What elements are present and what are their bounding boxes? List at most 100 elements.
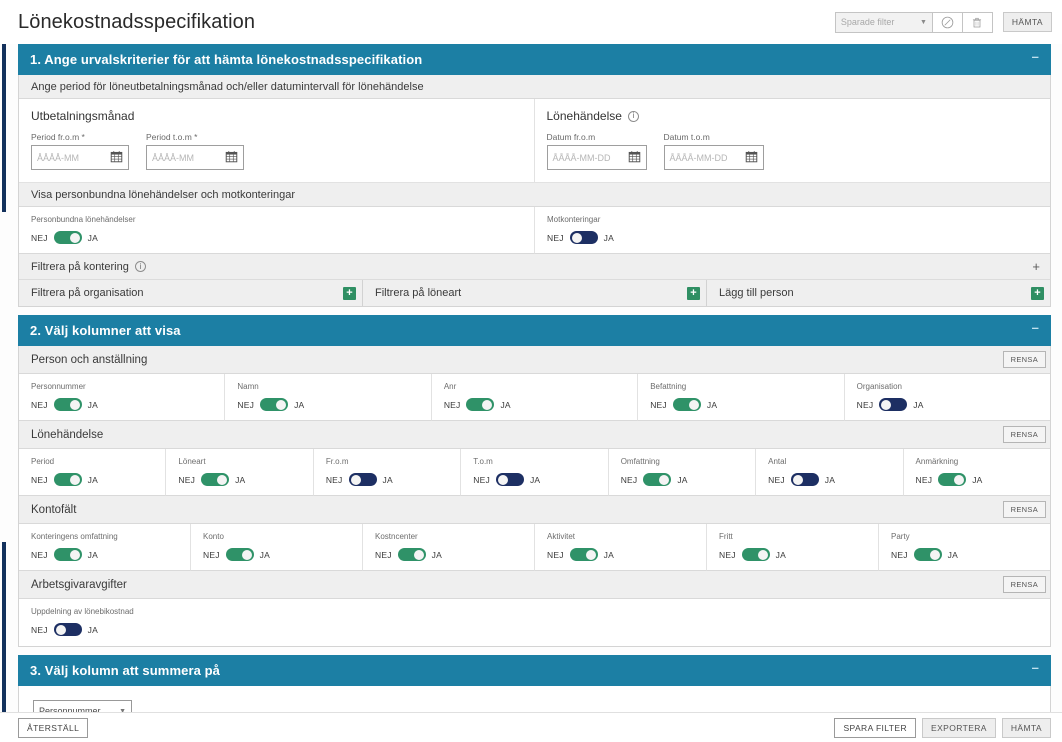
filter-cell-loneart[interactable]: Filtrera på löneart +: [363, 280, 707, 306]
payout-to-label: Period t.o.m *: [146, 132, 198, 142]
event-from-field-group: Datum fr.o.m ÅÅÅÅ-MM-DD: [546, 132, 647, 170]
column-toggle[interactable]: NEJ JA: [916, 473, 1050, 486]
toggle-personbundna-lonehandelser[interactable]: NEJ JA: [31, 231, 534, 244]
minus-icon[interactable]: –: [1032, 50, 1039, 69]
plus-icon[interactable]: +: [1032, 260, 1040, 273]
info-icon[interactable]: i: [627, 110, 639, 122]
toggle-switch[interactable]: [495, 473, 524, 486]
plus-icon[interactable]: +: [687, 286, 700, 300]
minus-icon[interactable]: –: [1032, 661, 1039, 680]
column-toggle[interactable]: NEJ JA: [719, 548, 878, 561]
column-toggle[interactable]: NEJ JA: [621, 473, 755, 486]
column-cell-konto: Konto NEJ JA: [191, 524, 363, 571]
toggle-switch[interactable]: [466, 398, 495, 411]
toggle-switch[interactable]: [790, 473, 819, 486]
toggle-on-label: JA: [947, 549, 958, 560]
calendar-icon[interactable]: [628, 150, 641, 165]
column-toggle[interactable]: NEJ JA: [31, 398, 224, 411]
toggle-on-label: JA: [87, 474, 98, 485]
toggle-switch[interactable]: [348, 473, 377, 486]
toggle-on-label: JA: [500, 399, 511, 410]
clear-button[interactable]: RENSA: [1002, 426, 1046, 443]
toggle-switch[interactable]: [569, 231, 598, 244]
toggle-switch[interactable]: [397, 548, 426, 561]
column-toggle[interactable]: NEJ JA: [547, 548, 706, 561]
clear-button[interactable]: RENSA: [1002, 501, 1046, 518]
reset-button[interactable]: ÅTERSTÄLL: [18, 717, 89, 738]
section-3-header[interactable]: 3. Välj kolumn att summera på –: [18, 655, 1051, 686]
group-header-kontofalt: Kontofält RENSA: [19, 496, 1050, 524]
delete-filter-button[interactable]: [962, 11, 993, 33]
filter-cell-organisation[interactable]: Filtrera på organisation +: [19, 280, 363, 306]
toggle-switch[interactable]: [53, 231, 82, 244]
clear-button[interactable]: RENSA: [1002, 351, 1046, 368]
edit-filter-button[interactable]: [932, 11, 963, 33]
plus-icon[interactable]: +: [343, 286, 356, 300]
column-toggle[interactable]: NEJ JA: [444, 398, 637, 411]
column-label: Personnummer: [31, 382, 86, 391]
column-label: Organisation: [856, 382, 902, 391]
column-toggle[interactable]: NEJ JA: [473, 473, 607, 486]
column-toggle[interactable]: NEJ JA: [31, 548, 190, 561]
toggle-switch[interactable]: [913, 548, 942, 561]
toggle-switch[interactable]: [741, 548, 770, 561]
toggle-off-label: NEJ: [31, 399, 48, 410]
column-toggle[interactable]: NEJ JA: [891, 548, 1050, 561]
toggle-motkonteringar[interactable]: NEJ JA: [547, 231, 1050, 244]
payout-month-block: Utbetalningsmånad Period fr.o.m * ÅÅÅÅ-M…: [19, 99, 535, 183]
toggle-knob: [69, 474, 80, 485]
payout-to-input[interactable]: ÅÅÅÅ-MM: [146, 145, 244, 170]
group-header-person-och-anstallning: Person och anställning RENSA: [19, 346, 1050, 374]
section-1-header[interactable]: 1. Ange urvalskriterier för att hämta lö…: [18, 44, 1051, 75]
calendar-icon[interactable]: [745, 150, 758, 165]
export-button[interactable]: EXPORTERA: [922, 717, 996, 738]
toggle-switch[interactable]: [938, 473, 967, 486]
toggle-switch[interactable]: [53, 548, 82, 561]
toggle-switch[interactable]: [260, 398, 289, 411]
filter-kontering-row[interactable]: Filtrera på kontering i +: [19, 254, 1050, 280]
column-toggle[interactable]: NEJ JA: [650, 398, 843, 411]
event-to-input[interactable]: ÅÅÅÅ-MM-DD: [663, 145, 764, 170]
clear-button[interactable]: RENSA: [1002, 576, 1046, 593]
column-toggle[interactable]: NEJ JA: [237, 398, 430, 411]
toggle-switch[interactable]: [201, 473, 230, 486]
toggle-off-label: NEJ: [891, 549, 908, 560]
plus-icon[interactable]: +: [1031, 286, 1044, 300]
toggle-switch[interactable]: [53, 473, 82, 486]
info-icon[interactable]: i: [134, 261, 146, 272]
fetch-button-top[interactable]: HÄMTA: [1002, 12, 1052, 32]
column-toggle[interactable]: NEJ JA: [203, 548, 362, 561]
calendar-icon[interactable]: [110, 150, 123, 165]
payout-from-input[interactable]: ÅÅÅÅ-MM: [31, 145, 129, 170]
fetch-button-bottom[interactable]: HÄMTA: [1001, 717, 1051, 738]
toggle-switch[interactable]: [879, 398, 908, 411]
column-toggle[interactable]: NEJ JA: [178, 473, 312, 486]
column-toggle[interactable]: NEJ JA: [857, 398, 1050, 411]
toggle-switch[interactable]: [53, 623, 82, 636]
toggle-switch[interactable]: [643, 473, 672, 486]
toggle-knob: [69, 549, 80, 560]
toggle-switch[interactable]: [569, 548, 598, 561]
toggle-switch[interactable]: [53, 398, 82, 411]
column-toggle[interactable]: NEJ JA: [375, 548, 534, 561]
saved-filter-select[interactable]: Sparade filter ▼: [834, 11, 933, 33]
edit-pencil-icon: [941, 16, 954, 28]
column-cell-kostncenter: Kostncenter NEJ JA: [363, 524, 535, 571]
filter-cell-lagg-till-person[interactable]: Lägg till person +: [707, 280, 1050, 306]
save-filter-button[interactable]: SPARA FILTER: [834, 717, 916, 738]
column-toggle[interactable]: NEJ JA: [31, 623, 1050, 636]
column-toggle[interactable]: NEJ JA: [31, 473, 165, 486]
event-from-input[interactable]: ÅÅÅÅ-MM-DD: [546, 145, 647, 170]
minus-icon[interactable]: –: [1032, 321, 1039, 340]
column-toggle[interactable]: NEJ JA: [768, 473, 902, 486]
column-cell-fritt: Fritt NEJ JA: [707, 524, 879, 571]
column-label: Party: [891, 532, 910, 541]
section-2-header[interactable]: 2. Välj kolumner att visa –: [18, 315, 1051, 346]
calendar-icon[interactable]: [225, 150, 238, 165]
column-cell-anmarkning: Anmärkning NEJ JA: [903, 449, 1050, 496]
column-toggle[interactable]: NEJ JA: [326, 473, 460, 486]
toggle-switch[interactable]: [672, 398, 701, 411]
toggle-switch[interactable]: [225, 548, 254, 561]
section-2-title: 2. Välj kolumner att visa: [30, 323, 181, 338]
payout-month-title: Utbetalningsmånad: [31, 109, 135, 123]
